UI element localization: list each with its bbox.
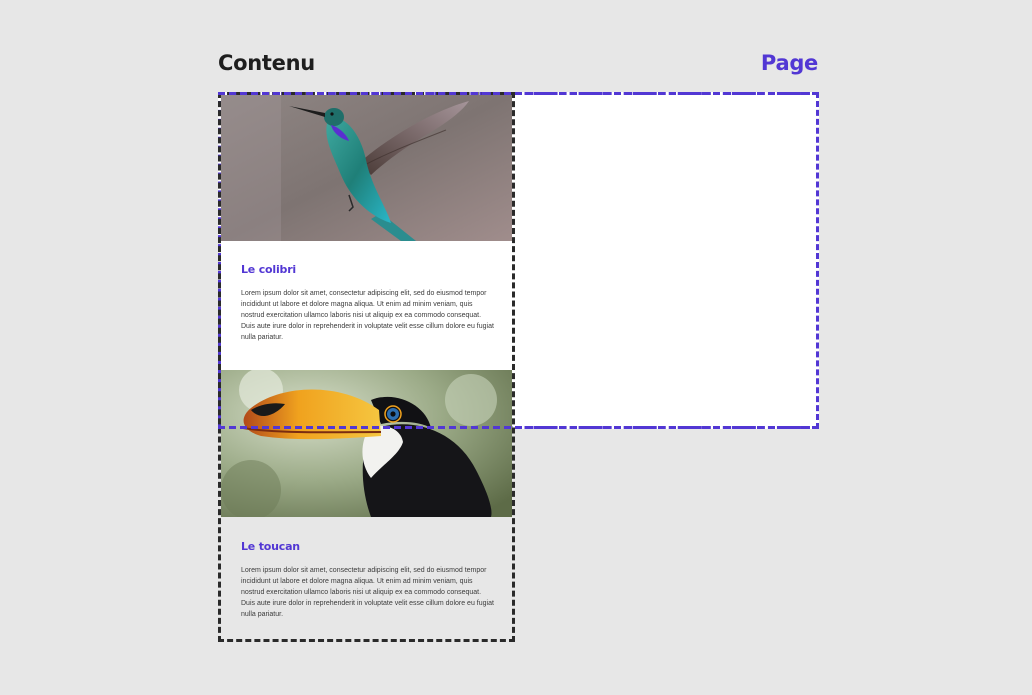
- card-title: Le toucan: [241, 540, 300, 553]
- card-title: Le colibri: [241, 263, 296, 276]
- page-frame-top-edge: [218, 92, 819, 95]
- hummingbird-card-body: Le colibri Lorem ipsum dolor sit amet, c…: [241, 263, 496, 343]
- toucan-photo: [221, 370, 512, 517]
- card-text: Lorem ipsum dolor sit amet, consectetur …: [241, 290, 494, 341]
- content-column-frame: Le colibri Lorem ipsum dolor sit amet, c…: [218, 92, 515, 642]
- page-label: Page: [760, 51, 818, 75]
- page-frame-bottom-edge: [218, 426, 819, 429]
- toucan-card-body: Le toucan Lorem ipsum dolor sit amet, co…: [241, 540, 496, 620]
- content-label: Contenu: [218, 51, 315, 75]
- hummingbird-photo: [221, 95, 512, 241]
- card-text: Lorem ipsum dolor sit amet, consectetur …: [241, 567, 494, 618]
